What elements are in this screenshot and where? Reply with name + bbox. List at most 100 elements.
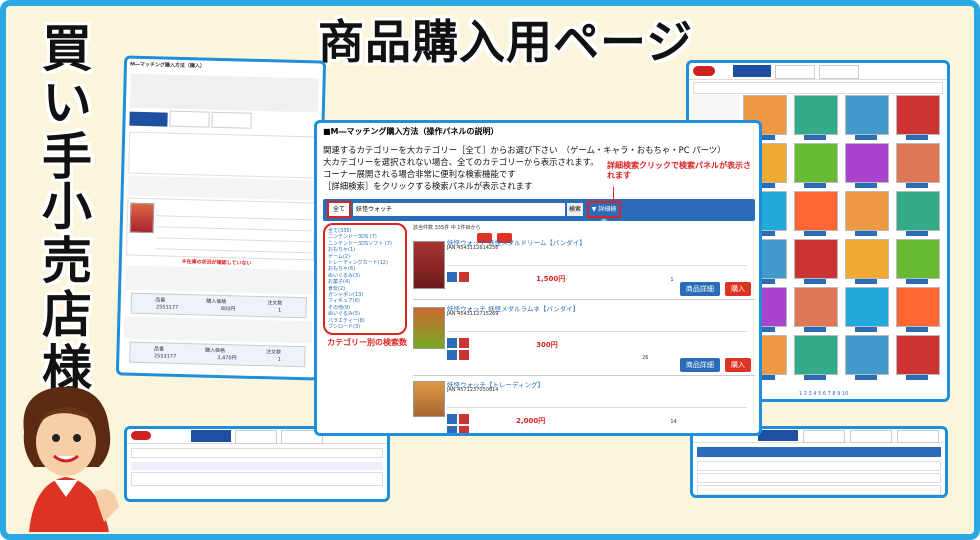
search-input[interactable]: 妖怪ウォッチ: [353, 203, 565, 216]
bl-tab-buy[interactable]: [191, 430, 231, 442]
left-card-intro: [129, 73, 319, 112]
callout-detail: 詳細検索クリックで検索パネルが表示されます: [607, 161, 751, 180]
product-thumbnail[interactable]: [896, 95, 940, 135]
summary-val-1: 2553177: [155, 303, 179, 311]
product-image-3[interactable]: [413, 381, 445, 417]
product-thumbnail[interactable]: [845, 143, 889, 183]
thumbnail-buy-button[interactable]: [855, 231, 877, 236]
left-card-form: [128, 131, 318, 178]
product-thumbnail[interactable]: [794, 335, 838, 375]
thumbnail-buy-button[interactable]: [804, 375, 826, 380]
side-label-buyer: 買い手: [34, 22, 92, 184]
br-tab-group[interactable]: [850, 430, 892, 443]
category-item[interactable]: ブシロード(3): [328, 324, 402, 330]
br-tab-sell[interactable]: [803, 430, 845, 443]
summary2-val-1: 2553177: [153, 352, 177, 360]
product-thumbnail[interactable]: [794, 287, 838, 327]
search-bar: 全て 妖怪ウォッチ 検索 ▼ 詳細検索: [323, 199, 755, 226]
category-select[interactable]: 全て: [327, 201, 351, 218]
product-jan-2: JAN 4543112715269: [447, 311, 499, 317]
product-thumbnail[interactable]: [845, 239, 889, 279]
thumbnail-buy-button[interactable]: [906, 135, 928, 140]
thumbnail-buy-button[interactable]: [906, 279, 928, 284]
result-item-1: 妖怪ウォッチ 妖怪メダルドリーム【バンダイ】 JAN 4543112614256…: [413, 237, 755, 300]
product-price-1: 1,500円: [536, 275, 566, 283]
thumbnail-buy-button[interactable]: [855, 375, 877, 380]
left-card-product: [125, 197, 316, 260]
thumbnail-buy-button[interactable]: [804, 135, 826, 140]
summary2-val-2: 3,470円: [217, 354, 237, 361]
left-card-summary: 品番 購入価格 注文数 2553177 800円 1: [130, 292, 307, 319]
bottom-left-screenshot-card: [124, 426, 390, 502]
thumbnail-buy-button[interactable]: [855, 135, 877, 140]
br-search-bar[interactable]: [697, 447, 941, 457]
right-tab-group[interactable]: [819, 65, 859, 79]
product-thumbnail[interactable]: [896, 287, 940, 327]
thumbnail-buy-button[interactable]: [804, 231, 826, 236]
product-thumbnail[interactable]: [794, 143, 838, 183]
detail-search-button[interactable]: ▼ 詳細検索: [587, 201, 621, 226]
thumbnail-buy-button[interactable]: [804, 279, 826, 284]
item1-buy-button[interactable]: 購入: [725, 282, 751, 296]
product-grid: [743, 95, 947, 391]
product-image-2[interactable]: [413, 307, 445, 349]
product-jan-1: JAN 4543112614256: [447, 245, 499, 251]
thumbnail-buy-button[interactable]: [906, 327, 928, 332]
product-thumbnail[interactable]: [845, 335, 889, 375]
right-tab-buy[interactable]: [733, 65, 771, 77]
main-screenshot-card: ■M―マッチング購入方法（操作パネルの説明） 関連するカテゴリーを大カテゴリー［…: [314, 120, 762, 436]
product-thumbnail[interactable]: [896, 191, 940, 231]
right-tab-sell[interactable]: [775, 65, 815, 79]
item1-detail-button[interactable]: 商品詳細: [679, 282, 720, 296]
product-thumbnail[interactable]: [896, 335, 940, 375]
left-card-tabs: [129, 109, 317, 134]
br-tab-help[interactable]: [897, 430, 939, 443]
result-item-2: 妖怪ウォッチ 妖怪メダルラムネ【バンダイ】 JAN 4543112715269 …: [413, 303, 755, 376]
thumbnail-buy-button[interactable]: [906, 183, 928, 188]
product-thumbnail[interactable]: [794, 239, 838, 279]
thumbnail-buy-button[interactable]: [804, 183, 826, 188]
search-button[interactable]: 検索: [567, 203, 583, 216]
product-thumbnail[interactable]: [794, 191, 838, 231]
product-thumbnail[interactable]: [794, 95, 838, 135]
right-card-search[interactable]: [693, 82, 943, 94]
item2-buy-button[interactable]: 購入: [725, 358, 751, 372]
product-thumbnail[interactable]: [896, 239, 940, 279]
result-item-3: 妖怪ウォッチ【トレーディング】 JAN 4571237050814 2,000円…: [413, 379, 755, 433]
item2-detail-button[interactable]: 商品詳細: [679, 358, 720, 372]
thumbnail-buy-button[interactable]: [855, 279, 877, 284]
product-qty-1: 1: [670, 277, 674, 283]
br-tab-buy[interactable]: [758, 430, 798, 441]
product-thumbnail[interactable]: [845, 95, 889, 135]
thumbnail-buy-button[interactable]: [855, 327, 877, 332]
product-image-1[interactable]: [413, 241, 445, 289]
thumbnail-buy-button[interactable]: [906, 231, 928, 236]
thumbnail-buy-button[interactable]: [804, 327, 826, 332]
logo-icon: [693, 66, 715, 76]
right-card-header: [689, 63, 947, 80]
product-thumbnail[interactable]: [845, 191, 889, 231]
product-thumbnail[interactable]: [845, 287, 889, 327]
left-card-notes: [127, 175, 317, 200]
logo-icon: [131, 431, 151, 440]
left-screenshot-card: M―マッチング購入方法（購入） ※在庫の状況が確認していない 品番 購入価格 注…: [115, 55, 327, 381]
product-qty-2: 26: [642, 355, 649, 361]
instruction-line-1: 関連するカテゴリーを大カテゴリー［全て］からお選び下さい （ゲーム・キャラ・おも…: [323, 145, 726, 155]
left-card-text-2: [123, 316, 313, 344]
bl-tab-sell[interactable]: [235, 430, 277, 444]
product-thumbnail[interactable]: [896, 143, 940, 183]
product-qty-3: 14: [670, 419, 677, 425]
mascot-illustration: [14, 372, 124, 532]
summary2-val-3: 1: [277, 356, 281, 363]
thumbnail-buy-button[interactable]: [855, 183, 877, 188]
callout-line: [613, 187, 614, 201]
page-title: 商品購入用ページ: [318, 15, 694, 69]
thumbnail-buy-button[interactable]: [906, 375, 928, 380]
pager[interactable]: 1 2 3 4 5 6 7 8 9 10: [799, 391, 848, 398]
category-list: 全て(335) ニンテンドー3DS (7) ニンテンドー3DSソフト (7) おもちゃ…: [323, 223, 407, 335]
left-card-summary-2: 品番 購入価格 注文数 2553177 3,470円 1: [129, 341, 306, 368]
instruction-line-4: ［詳細検索］をクリックする検索パネルが表示されます: [323, 181, 533, 191]
callout-category: カテゴリー別の検索数: [327, 338, 407, 347]
bottom-right-screenshot-card: [690, 426, 948, 498]
summary-val-2: 800円: [220, 305, 236, 312]
